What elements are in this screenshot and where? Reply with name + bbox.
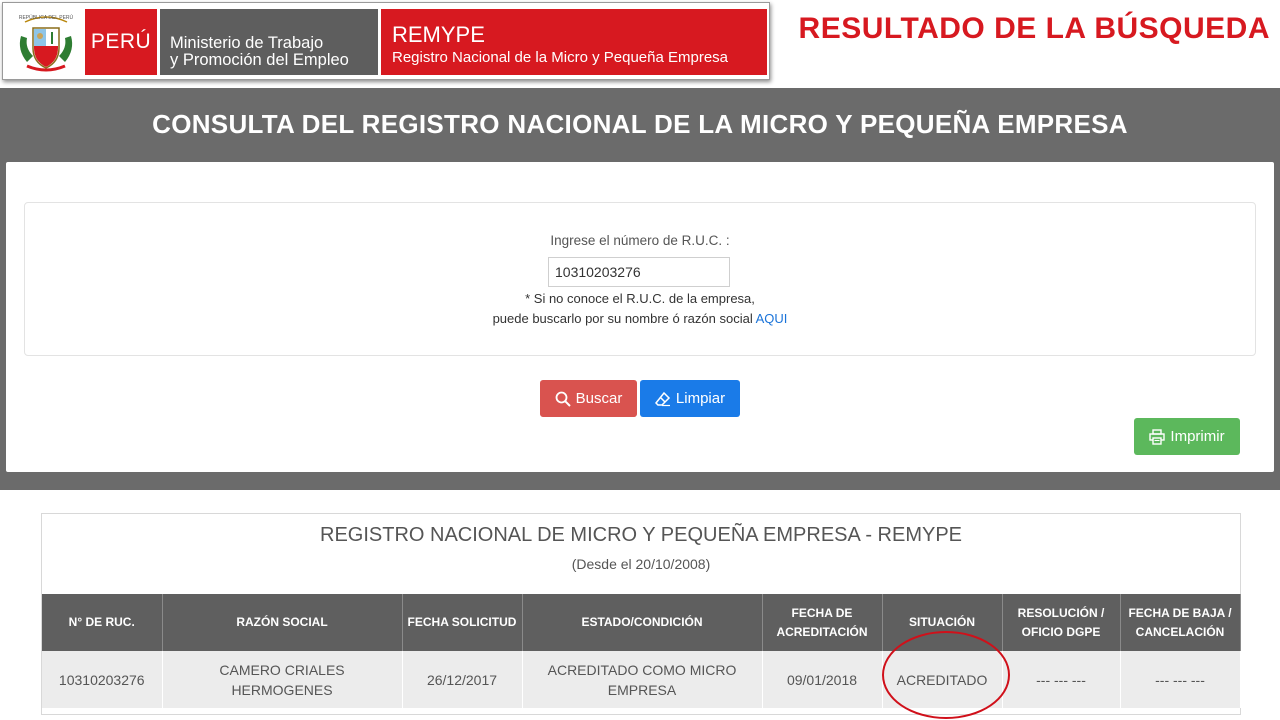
results-title: REGISTRO NACIONAL DE MICRO Y PEQUEÑA EMP…	[320, 524, 962, 546]
aqui-link[interactable]: AQUI	[756, 311, 788, 326]
ministry-line-1: Ministerio de Trabajo	[170, 34, 324, 52]
buscar-button[interactable]: Buscar	[540, 380, 637, 417]
col-header-fecha-solicitud: FECHA SOLICITUD	[402, 594, 523, 651]
cell-fecha-baja: --- --- ---	[1120, 651, 1241, 708]
imprimir-button[interactable]: Imprimir	[1134, 418, 1240, 455]
buscar-label: Buscar	[575, 390, 623, 407]
ministry-name: Ministerio de Trabajo y Promoción del Em…	[160, 9, 378, 75]
col-header-fecha-baja: FECHA DE BAJA / CANCELACIÓN	[1120, 594, 1241, 651]
col-header-ruc: N° DE RUC.	[42, 594, 163, 651]
hint-text-2: puede buscarlo por su nombre ó razón soc…	[25, 311, 1255, 326]
ministry-line-2: y Promoción del Empleo	[170, 51, 349, 69]
col-header-fecha-acreditacion: FECHA DE ACREDITACIÓN	[762, 594, 883, 651]
search-panel: Ingrese el número de R.U.C. : * Si no co…	[6, 162, 1274, 472]
search-icon	[555, 391, 571, 407]
header-banner: REPÚBLICA DEL PERÚ PERÚ Ministerio de Tr…	[2, 2, 770, 80]
coat-of-arms-icon: REPÚBLICA DEL PERÚ	[9, 9, 83, 75]
printer-icon	[1149, 428, 1166, 445]
col-header-resolucion: RESOLUCIÓN / OFICIO DGPE	[1002, 594, 1121, 651]
cell-resolucion: --- --- ---	[1002, 651, 1121, 708]
table-header-row: N° DE RUC. RAZÓN SOCIAL FECHA SOLICITUD …	[42, 594, 1241, 651]
consulta-header: CONSULTA DEL REGISTRO NACIONAL DE LA MIC…	[152, 108, 1128, 139]
cell-fecha-acreditacion: 09/01/2018	[762, 651, 883, 708]
ruc-label: Ingrese el número de R.U.C. :	[550, 233, 730, 248]
ruc-input[interactable]	[548, 257, 730, 287]
imprimir-label: Imprimir	[1170, 428, 1225, 445]
peru-label: PERÚ	[85, 9, 157, 75]
cell-situacion: ACREDITADO	[882, 651, 1003, 708]
col-header-razon-social: RAZÓN SOCIAL	[162, 594, 403, 651]
results-subtitle: (Desde el 20/10/2008)	[571, 556, 711, 572]
remype-block: REMYPE Registro Nacional de la Micro y P…	[381, 9, 767, 75]
eraser-icon	[654, 391, 670, 406]
hint-text-2-prefix: puede buscarlo por su nombre ó razón soc…	[492, 311, 753, 326]
remype-title: REMYPE	[392, 22, 485, 47]
cell-ruc: 10310203276	[42, 651, 163, 708]
limpiar-button[interactable]: Limpiar	[640, 380, 740, 417]
crest-text: REPÚBLICA DEL PERÚ	[19, 14, 74, 21]
limpiar-label: Limpiar	[675, 390, 726, 407]
search-form: Ingrese el número de R.U.C. : * Si no co…	[24, 202, 1256, 356]
hint-text-1: * Si no conoce el R.U.C. de la empresa,	[525, 291, 755, 306]
results-table: N° DE RUC. RAZÓN SOCIAL FECHA SOLICITUD …	[42, 594, 1241, 708]
cell-fecha-solicitud: 26/12/2017	[402, 651, 523, 708]
cell-estado: ACREDITADO COMO MICRO EMPRESA	[522, 651, 763, 708]
col-header-estado: ESTADO/CONDICIÓN	[522, 594, 763, 651]
col-header-situacion: SITUACIÓN	[882, 594, 1003, 651]
results-panel: REGISTRO NACIONAL DE MICRO Y PEQUEÑA EMP…	[41, 513, 1241, 715]
cell-razon-social: CAMERO CRIALES HERMOGENES	[162, 651, 403, 708]
result-title: RESULTADO DE LA BÚSQUEDA	[798, 12, 1270, 45]
remype-subtitle: Registro Nacional de la Micro y Pequeña …	[392, 49, 728, 66]
table-row: 10310203276 CAMERO CRIALES HERMOGENES 26…	[42, 651, 1241, 708]
